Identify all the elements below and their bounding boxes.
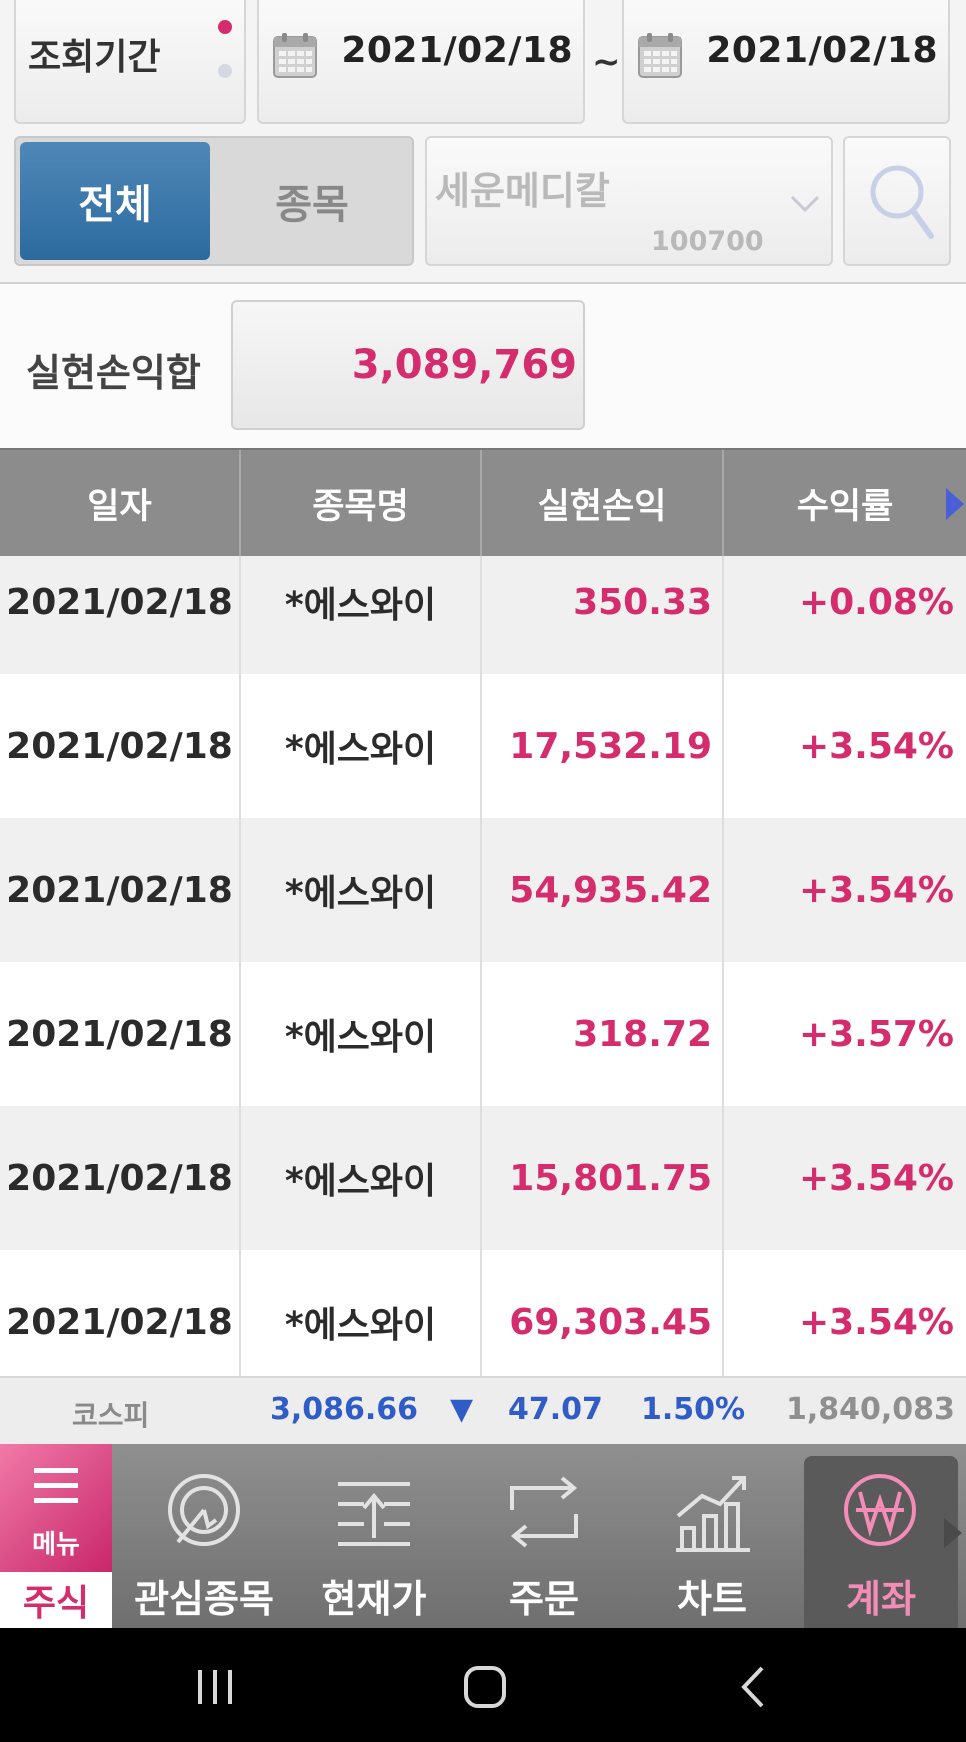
column-header-return-rate[interactable]: 수익률 [724, 450, 966, 556]
calendar-icon [638, 33, 682, 78]
table-body[interactable]: 2021/02/18 *에스와이 350.33 +0.08% 2021/02/1… [0, 556, 966, 1376]
nav-watchlist[interactable]: 관심종목 [120, 1444, 288, 1628]
home-icon[interactable] [460, 1664, 510, 1710]
period-label: 조회기간 [28, 37, 161, 78]
table-row[interactable]: 2021/02/18 *에스와이 15,801.75 +3.54% [0, 1106, 966, 1250]
cell-realized-pl: 15,801.75 [482, 1106, 724, 1250]
table-row[interactable]: 2021/02/18 *에스와이 69,303.45 +3.54% [0, 1250, 966, 1376]
cell-realized-pl: 350.33 [482, 556, 724, 674]
cell-date: 2021/02/18 [0, 1250, 241, 1376]
column-header-date[interactable]: 일자 [0, 450, 241, 556]
system-navigation-bar [0, 1628, 966, 1742]
realized-pl-total-box: 3,089,769 [231, 300, 585, 430]
market-ticker[interactable]: 코스피 3,086.66 ▼ 47.07 1.50% 1,840,083 [0, 1376, 966, 1444]
segment-all-button[interactable]: 전체 [20, 142, 210, 260]
column-header-realized-pl[interactable]: 실현손익 [482, 450, 724, 556]
scope-segmented-control: 전체 종목 [14, 136, 414, 266]
end-date-value: 2021/02/18 [706, 30, 938, 71]
ticker-change: 47.07 [508, 1392, 603, 1427]
won-account-icon [844, 1474, 916, 1546]
cell-return-rate: +3.54% [798, 1301, 954, 1343]
stock-code: 100700 [651, 226, 764, 257]
calendar-icon [273, 33, 317, 78]
cell-date: 2021/02/18 [0, 818, 241, 962]
table-row[interactable]: 2021/02/18 *에스와이 350.33 +0.08% [0, 556, 966, 674]
nav-account[interactable]: 계좌 [804, 1456, 958, 1628]
nav-label: 계좌 [846, 1577, 916, 1621]
cell-return-rate: +3.54% [798, 725, 954, 767]
realized-pl-total-value: 3,089,769 [351, 342, 577, 388]
table-row[interactable]: 2021/02/18 *에스와이 54,935.42 +3.54% [0, 818, 966, 962]
section-stock-tab[interactable]: 주식 [0, 1572, 112, 1628]
bottom-menu-bar: 메뉴 주식 관심종목 현재가 주문 차트 계좌 [0, 1444, 966, 1628]
down-arrow-icon: ▼ [450, 1392, 474, 1427]
period-indicator-active [218, 20, 232, 34]
column-header-stock-name[interactable]: 종목명 [241, 450, 482, 556]
chevron-down-icon [790, 195, 820, 213]
nav-label: 관심종목 [134, 1577, 274, 1621]
start-date-field[interactable]: 2021/02/18 [257, 0, 585, 124]
cell-return-rate: +3.54% [798, 869, 954, 911]
cell-date: 2021/02/18 [0, 674, 241, 818]
cell-return-rate: +3.57% [798, 1013, 954, 1055]
watchlist-icon [168, 1474, 240, 1546]
search-icon [870, 165, 934, 239]
nav-label: 현재가 [321, 1577, 427, 1621]
back-icon[interactable] [730, 1664, 780, 1710]
cell-stock-name: *에스와이 [241, 818, 482, 962]
nav-current-price[interactable]: 현재가 [290, 1444, 458, 1628]
table-row[interactable]: 2021/02/18 *에스와이 318.72 +3.57% [0, 962, 966, 1106]
start-date-value: 2021/02/18 [341, 30, 573, 71]
menu-more-arrow-icon[interactable] [942, 1516, 964, 1550]
end-date-field[interactable]: 2021/02/18 [622, 0, 950, 124]
nav-label: 주문 [509, 1577, 579, 1621]
cell-stock-name: *에스와이 [241, 556, 482, 674]
order-icon [510, 1476, 578, 1548]
cell-realized-pl: 318.72 [482, 962, 724, 1106]
date-range-separator: ~ [592, 42, 621, 82]
cell-date: 2021/02/18 [0, 1106, 241, 1250]
ticker-index-name: 코스피 [72, 1399, 150, 1432]
scroll-right-icon[interactable] [944, 486, 966, 522]
recent-apps-icon[interactable] [190, 1664, 240, 1710]
cell-date: 2021/02/18 [0, 556, 241, 674]
cell-return-rate: +3.54% [798, 1157, 954, 1199]
cell-stock-name: *에스와이 [241, 674, 482, 818]
nav-order[interactable]: 주문 [460, 1444, 628, 1628]
cell-realized-pl: 69,303.45 [482, 1250, 724, 1376]
nav-label: 차트 [677, 1577, 747, 1621]
stock-select-dropdown[interactable]: 세운메디칼 100700 [425, 136, 833, 266]
table-header: 일자 종목명 실현손익 수익률 [0, 448, 966, 556]
cell-return-rate: +0.08% [798, 581, 954, 623]
chart-icon [676, 1476, 750, 1552]
search-button[interactable] [843, 136, 951, 266]
menu-label: 메뉴 [32, 1530, 80, 1560]
ticker-volume: 1,840,083 [786, 1392, 955, 1427]
stock-name: 세운메디칼 [435, 169, 610, 213]
nav-chart[interactable]: 차트 [628, 1444, 796, 1628]
segment-stock-button[interactable]: 종목 [214, 142, 410, 260]
ticker-index-value: 3,086.66 [270, 1392, 419, 1427]
cell-stock-name: *에스와이 [241, 1106, 482, 1250]
realized-pl-total-label: 실현손익합 [26, 351, 201, 395]
cell-date: 2021/02/18 [0, 962, 241, 1106]
ticker-change-percent: 1.50% [641, 1392, 746, 1427]
cell-realized-pl: 54,935.42 [482, 818, 724, 962]
current-price-icon [338, 1482, 410, 1546]
cell-stock-name: *에스와이 [241, 962, 482, 1106]
hamburger-icon [34, 1468, 78, 1503]
period-indicator-inactive [218, 64, 232, 78]
summary-area: 실현손익합 3,089,769 [0, 284, 966, 448]
period-selector[interactable]: 조회기간 [14, 0, 246, 124]
filter-area: 조회기간 2021/02/18 ~ 2021/02/18 전체 종목 세운메디칼… [0, 0, 966, 282]
cell-realized-pl: 17,532.19 [482, 674, 724, 818]
cell-stock-name: *에스와이 [241, 1250, 482, 1376]
table-row[interactable]: 2021/02/18 *에스와이 17,532.19 +3.54% [0, 674, 966, 818]
main-menu-button[interactable]: 메뉴 [0, 1444, 112, 1572]
